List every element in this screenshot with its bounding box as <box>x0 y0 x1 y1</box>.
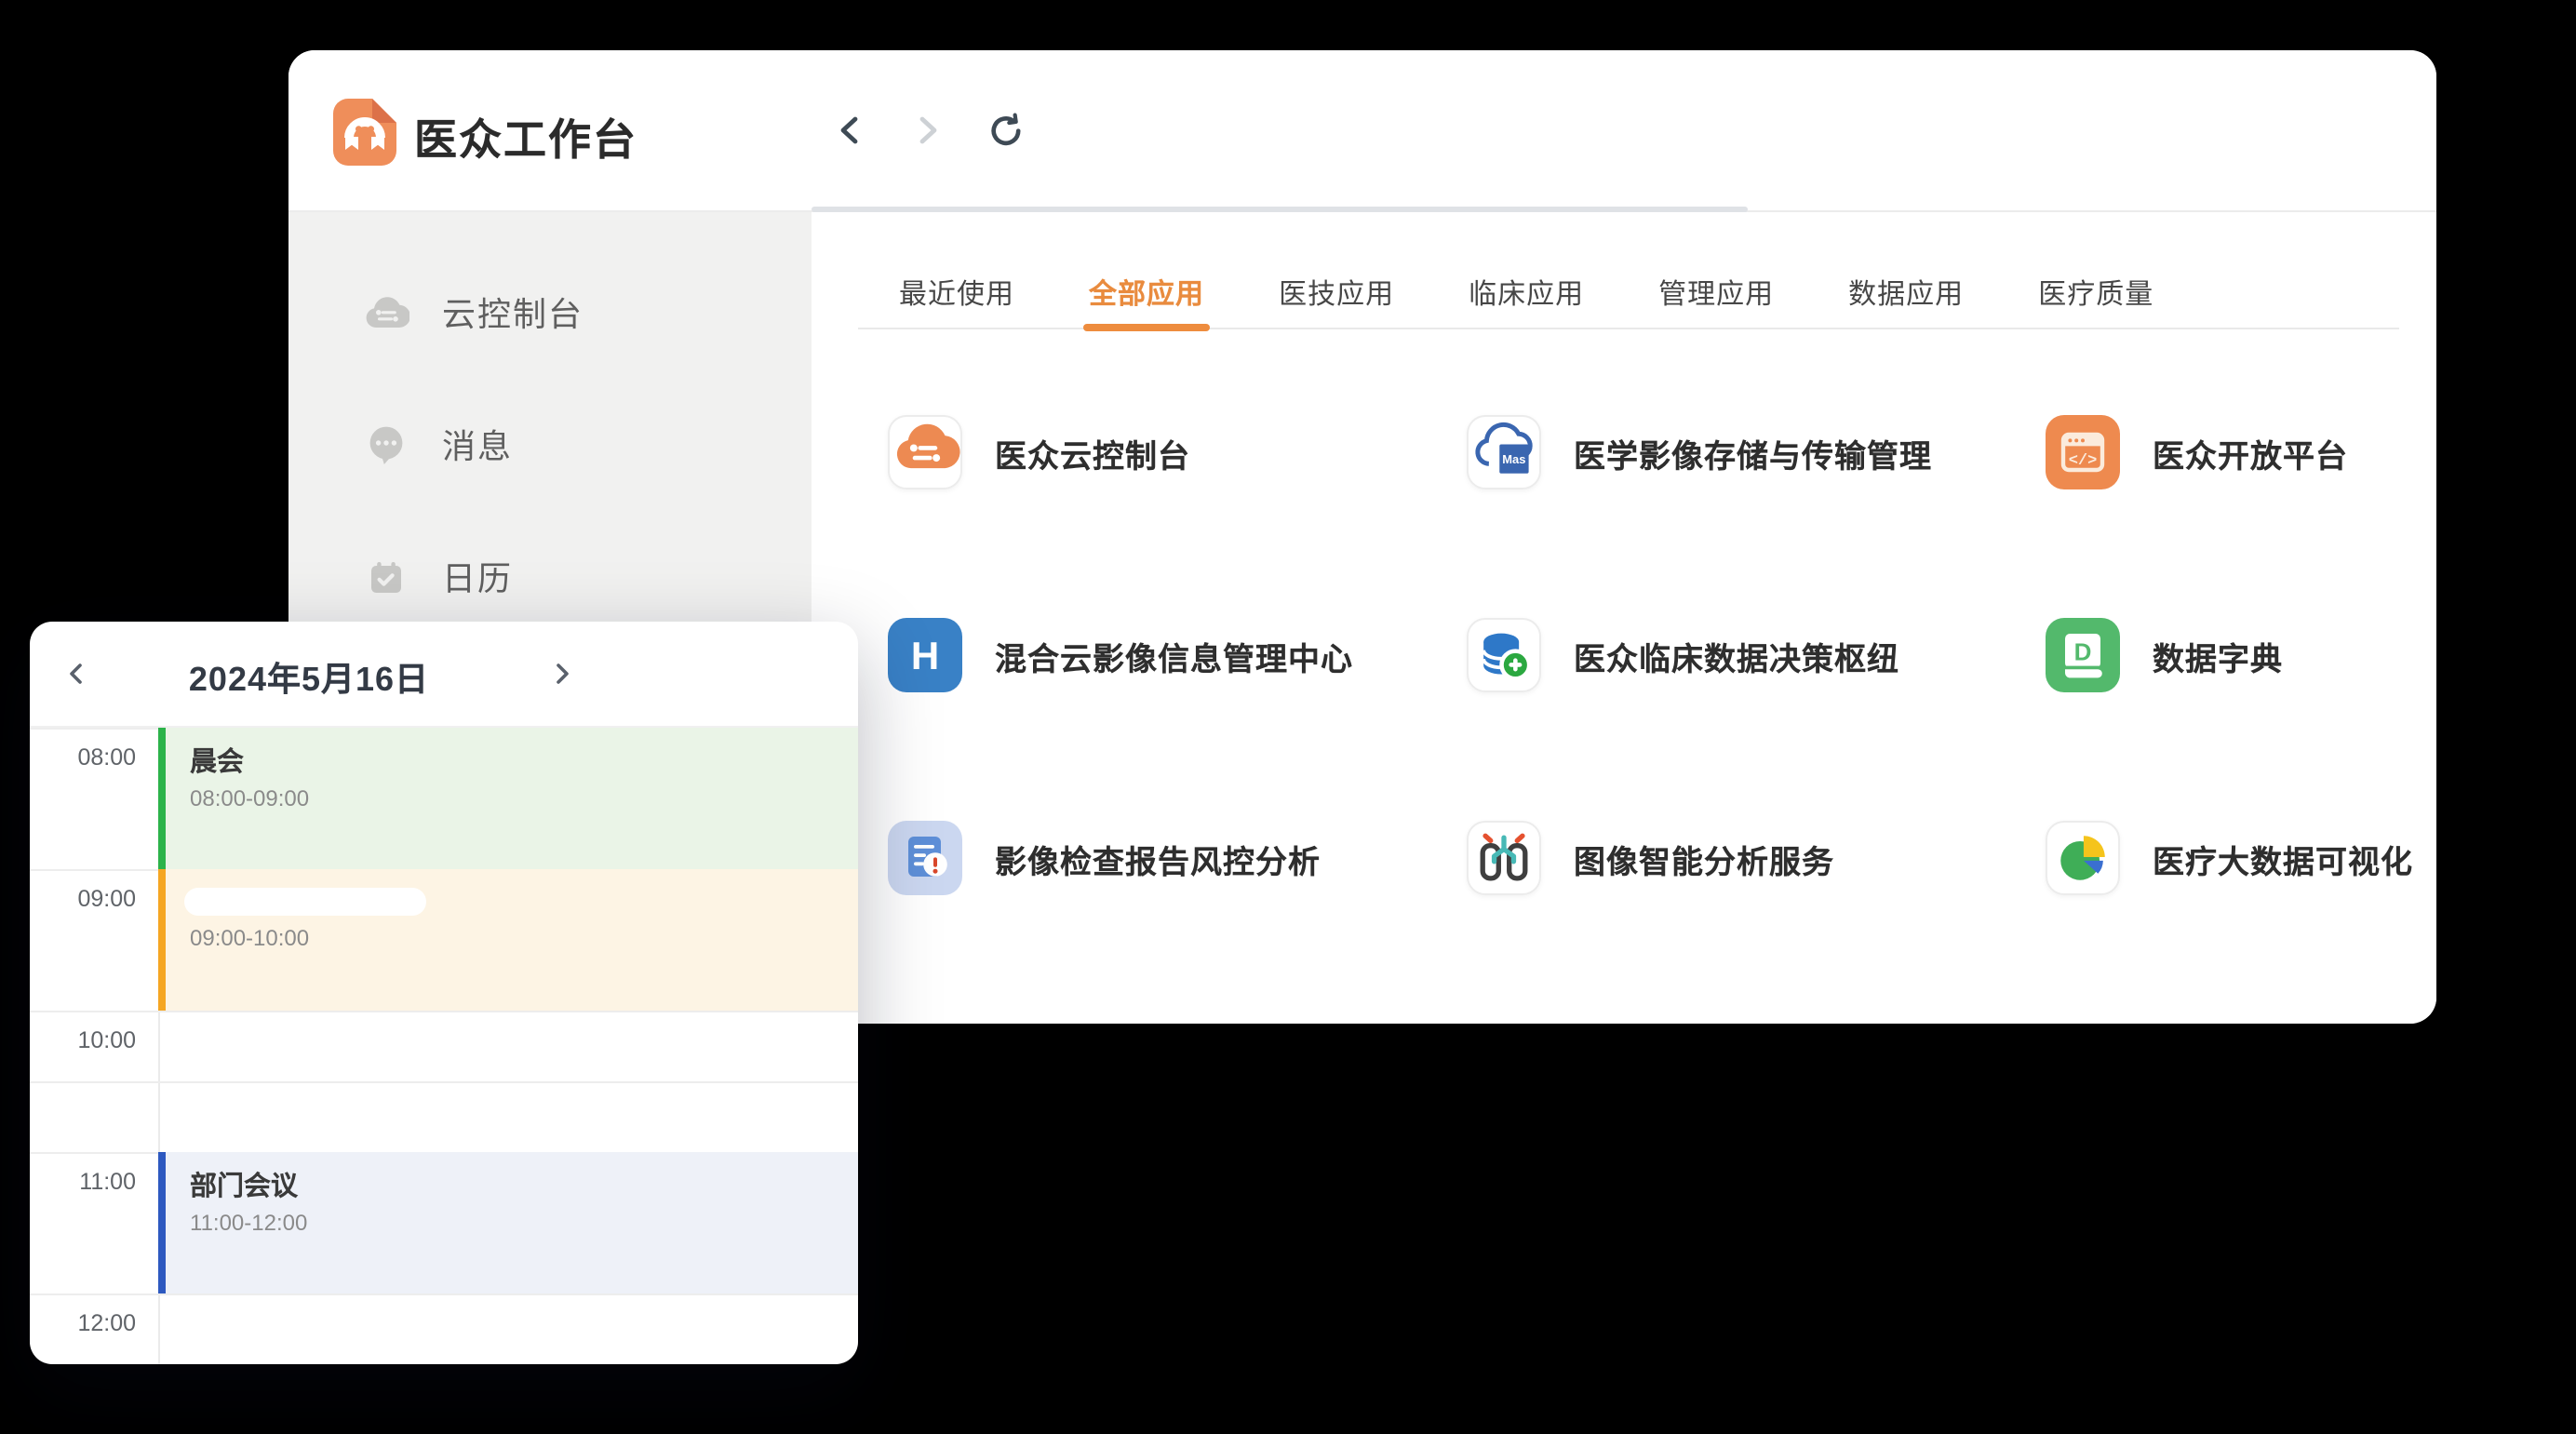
tab-medical-quality[interactable]: 医疗质量 <box>2038 273 2153 328</box>
tab-recent[interactable]: 最近使用 <box>899 273 1014 328</box>
orange-browser-code-icon: </> <box>2045 415 2119 489</box>
app-data-dictionary[interactable]: D 数据字典 <box>2045 618 2436 692</box>
green-dictionary-icon: D <box>2045 618 2119 692</box>
message-icon <box>364 424 409 465</box>
sidebar-item-cloud-console[interactable]: 云控制台 <box>288 247 812 379</box>
calendar-icon <box>364 559 409 595</box>
active-tab-underline <box>1083 324 1210 331</box>
blue-cloud-mas-icon: Mas <box>1466 415 1540 489</box>
event-morning-meeting[interactable]: 晨会 08:00-09:00 <box>158 728 858 869</box>
event-time: 09:00-10:00 <box>190 924 858 950</box>
half-hour-line <box>30 1081 858 1083</box>
time-label: 10:00 <box>30 1027 136 1053</box>
window-header: 医众工作台 <box>288 50 2436 211</box>
app-label: 混合云影像信息管理中心 <box>995 632 1353 678</box>
app-label: 医众临床数据决策枢纽 <box>1574 632 1899 678</box>
tab-data-apps[interactable]: 数据应用 <box>1848 273 1964 328</box>
calendar-prev-button[interactable] <box>56 653 97 694</box>
blue-h-tile-icon: H <box>887 618 961 692</box>
app-label: 影像检查报告风控分析 <box>995 835 1321 881</box>
tab-label: 数据应用 <box>1848 278 1964 310</box>
time-label: 09:00 <box>30 886 136 912</box>
event-title: 部门会议 <box>190 1171 858 1204</box>
report-risk-alert-icon <box>887 821 961 895</box>
lungs-ai-icon <box>1466 821 1540 895</box>
refresh-icon <box>987 111 1025 148</box>
event-department-meeting[interactable]: 部门会议 11:00-12:00 <box>158 1152 858 1293</box>
chevron-right-icon <box>549 661 575 687</box>
database-plus-icon <box>1466 618 1540 692</box>
app-label: 医众云控制台 <box>995 429 1190 476</box>
main-content: 最近使用 全部应用 医技应用 临床应用 管理应用 数据应用 医疗质量 <box>812 211 2436 1023</box>
app-medical-image-storage[interactable]: Mas 医学影像存储与传输管理 <box>1466 415 2045 489</box>
calendar-day-grid: 08:00 09:00 10:00 11:00 12:00 晨会 08:00-0… <box>30 728 858 1364</box>
app-cloud-console[interactable]: 医众云控制台 <box>887 415 1466 489</box>
tab-medtech-apps[interactable]: 医技应用 <box>1279 273 1394 328</box>
app-label: 医学影像存储与传输管理 <box>1574 429 1932 476</box>
event-time: 08:00-09:00 <box>190 785 858 811</box>
refresh-button[interactable] <box>987 112 1025 147</box>
calendar-date-title: 2024年5月16日 <box>123 653 495 702</box>
app-label: 医疗大数据可视化 <box>2153 835 2413 881</box>
sidebar-item-label: 日历 <box>442 553 513 601</box>
calendar-next-button[interactable] <box>542 653 583 694</box>
event-redacted[interactable]: 09:00-10:00 <box>158 869 858 1011</box>
app-clinical-data-hub[interactable]: 医众临床数据决策枢纽 <box>1466 618 2045 692</box>
tab-bar: 最近使用 全部应用 医技应用 临床应用 管理应用 数据应用 医疗质量 <box>858 211 2399 329</box>
sidebar-item-label: 云控制台 <box>442 288 584 337</box>
tab-label: 最近使用 <box>899 278 1014 310</box>
time-label: 11:00 <box>30 1169 136 1195</box>
mas-badge-text: Mas <box>1501 452 1524 466</box>
app-label: 医众开放平台 <box>2153 429 2348 476</box>
chevron-left-icon <box>834 113 865 146</box>
stage: 医众工作台 <box>0 0 2576 1434</box>
app-open-platform[interactable]: </> 医众开放平台 <box>2045 415 2436 489</box>
app-hybrid-cloud-imaging[interactable]: H 混合云影像信息管理中心 <box>887 618 1466 692</box>
tab-label: 全部应用 <box>1089 278 1204 310</box>
window-title: 医众工作台 <box>414 104 637 168</box>
tab-label: 医技应用 <box>1279 278 1394 310</box>
chevron-left-icon <box>63 661 89 687</box>
tab-all-apps[interactable]: 全部应用 <box>1089 273 1204 328</box>
time-label: 12:00 <box>30 1310 136 1336</box>
forward-button[interactable] <box>909 112 946 147</box>
cloud-console-icon <box>364 296 409 329</box>
app-logo-icon <box>332 99 396 166</box>
event-time: 11:00-12:00 <box>190 1210 858 1236</box>
calendar-popup: 2024年5月16日 08:00 09:00 10:00 11:00 12:00… <box>30 622 858 1364</box>
hour-line <box>30 1011 858 1012</box>
app-label: 图像智能分析服务 <box>1574 835 1834 881</box>
tab-clinical-apps[interactable]: 临床应用 <box>1469 273 1584 328</box>
sidebar-item-label: 消息 <box>442 421 513 469</box>
time-label: 08:00 <box>30 744 136 771</box>
hour-line <box>30 1293 858 1295</box>
tab-label: 管理应用 <box>1658 278 1774 310</box>
code-glyph-text: </> <box>2068 452 2097 470</box>
app-report-risk-analysis[interactable]: 影像检查报告风控分析 <box>887 821 1466 895</box>
d-glyph-text: D <box>2073 638 2091 666</box>
nav-buttons <box>831 112 1025 147</box>
tab-label: 医疗质量 <box>2038 278 2153 310</box>
h-glyph-text: H <box>910 634 938 677</box>
app-image-ai-analysis[interactable]: 图像智能分析服务 <box>1466 821 2045 895</box>
chevron-right-icon <box>912 113 944 146</box>
back-button[interactable] <box>831 112 868 147</box>
sidebar-item-messages[interactable]: 消息 <box>288 379 812 511</box>
tab-label: 临床应用 <box>1469 278 1584 310</box>
app-label: 数据字典 <box>2153 632 2283 678</box>
app-grid: 医众云控制台 Mas 医学影像存储与传输管理 <box>887 415 2436 1023</box>
app-big-data-visualization[interactable]: 医疗大数据可视化 <box>2045 821 2436 895</box>
tab-management-apps[interactable]: 管理应用 <box>1658 273 1774 328</box>
redacted-title-pill <box>184 887 426 915</box>
pie-chart-icon <box>2045 821 2119 895</box>
orange-cloud-sliders-icon <box>887 415 961 489</box>
event-title: 晨会 <box>190 746 858 780</box>
calendar-header: 2024年5月16日 <box>30 622 858 728</box>
